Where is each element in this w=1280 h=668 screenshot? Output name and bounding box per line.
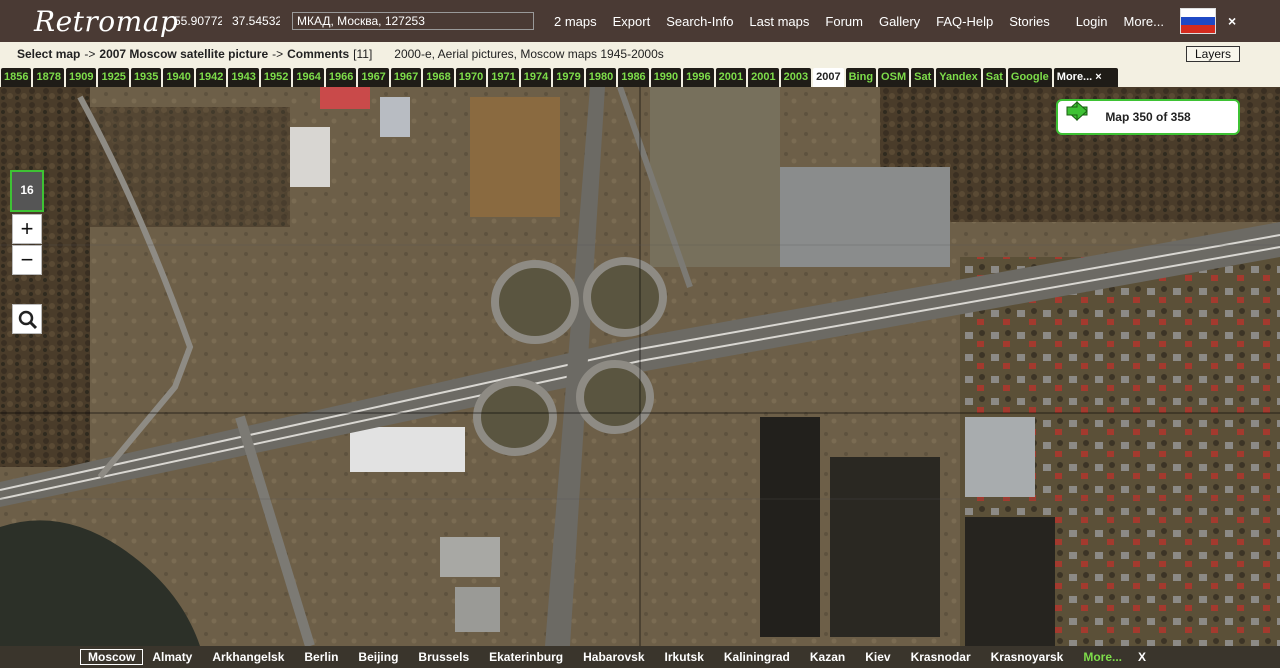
year-tab[interactable]: 1952: [260, 68, 292, 87]
year-tab[interactable]: 2001: [748, 68, 779, 87]
year-tab[interactable]: 2007: [813, 68, 844, 87]
city-link[interactable]: Krasnodar: [911, 650, 971, 664]
year-tab[interactable]: 1974: [520, 68, 552, 87]
latitude-readout: 55.90772: [174, 14, 222, 28]
comments-count: [11]: [353, 47, 373, 61]
nav-gallery[interactable]: Gallery: [879, 14, 920, 29]
year-tab[interactable]: 1964: [293, 68, 324, 87]
city-link[interactable]: Beijing: [358, 650, 398, 664]
city-link[interactable]: Kazan: [810, 650, 845, 664]
map-counter: Map 350 of 358: [1105, 110, 1191, 124]
year-tab[interactable]: 1990: [650, 68, 682, 87]
city-link[interactable]: Kiev: [865, 650, 890, 664]
app-root: Retromap 55.90772 37.54532 2 maps Export…: [0, 0, 1280, 668]
year-tab[interactable]: 2001: [715, 68, 747, 87]
city-bar: Moscow Almaty Arkhangelsk Berlin Beijing Brus…: [0, 646, 1280, 668]
breadcrumb-comments[interactable]: Comments: [287, 47, 349, 61]
city-link[interactable]: Brussels: [418, 650, 469, 664]
cities-close-icon[interactable]: X: [1138, 650, 1146, 664]
year-tab-more[interactable]: More... ×: [1053, 68, 1118, 87]
city-link[interactable]: Almaty: [152, 650, 192, 664]
close-icon[interactable]: ×: [1228, 13, 1236, 29]
year-tab[interactable]: Google: [1007, 68, 1052, 87]
cities-more-link[interactable]: More...: [1083, 650, 1122, 664]
nav-last-maps[interactable]: Last maps: [749, 14, 809, 29]
year-tab[interactable]: 1980: [585, 68, 617, 87]
next-map-arrow-icon[interactable]: [1066, 101, 1088, 121]
nav-stories[interactable]: Stories: [1009, 14, 1049, 29]
city-link[interactable]: Krasnoyarsk: [991, 650, 1064, 664]
year-tab[interactable]: Sat: [982, 68, 1006, 87]
nav-forum[interactable]: Forum: [825, 14, 863, 29]
top-bar: Retromap 55.90772 37.54532 2 maps Export…: [0, 0, 1280, 42]
magnifier-icon: [18, 310, 38, 330]
nav-faq-help[interactable]: FAQ-Help: [936, 14, 993, 29]
zoom-out-button[interactable]: −: [12, 245, 42, 275]
year-tab[interactable]: 1925: [98, 68, 129, 87]
zoom-in-button[interactable]: +: [12, 214, 42, 244]
year-tab[interactable]: 1909: [65, 68, 97, 87]
layers-button[interactable]: Layers: [1185, 46, 1240, 62]
year-tab[interactable]: 1940: [163, 68, 194, 87]
year-tab[interactable]: 1967: [390, 68, 422, 87]
nav-export[interactable]: Export: [613, 14, 651, 29]
city-link[interactable]: Arkhangelsk: [212, 650, 284, 664]
map-description: 2000-e, Aerial pictures, Moscow maps 194…: [394, 47, 664, 61]
retromap-logo[interactable]: Retromap: [34, 5, 178, 38]
year-tab[interactable]: 1942: [195, 68, 227, 87]
year-tabs: 1856 1878 1909 1925 1935 1940 1942 1943 1952 1964…: [0, 66, 1280, 87]
breadcrumb-map-title[interactable]: 2007 Moscow satellite picture: [99, 47, 268, 61]
zoom-level-indicator: 16: [10, 170, 44, 212]
year-tab[interactable]: 1943: [228, 68, 259, 87]
year-tab[interactable]: 1966: [325, 68, 357, 87]
main-nav: 2 maps Export Search-Info Last maps Foru…: [554, 14, 1180, 29]
nav-two-maps[interactable]: 2 maps: [554, 14, 597, 29]
year-tab[interactable]: 1968: [423, 68, 454, 87]
city-link[interactable]: Habarovsk: [583, 650, 644, 664]
year-tab[interactable]: 1856: [1, 68, 32, 87]
year-tab[interactable]: 1971: [488, 68, 519, 87]
year-tab[interactable]: 1979: [553, 68, 584, 87]
satellite-imagery[interactable]: [0, 87, 1280, 646]
city-link[interactable]: Irkutsk: [665, 650, 704, 664]
map-navigator: Map 350 of 358: [1056, 99, 1240, 135]
nav-search-info[interactable]: Search-Info: [666, 14, 733, 29]
year-tab[interactable]: 1996: [683, 68, 714, 87]
city-link[interactable]: Berlin: [304, 650, 338, 664]
address-search-input[interactable]: [292, 12, 534, 30]
longitude-readout: 37.54532: [232, 14, 280, 28]
breadcrumb: Select map -> 2007 Moscow satellite pict…: [0, 42, 1280, 66]
year-tab[interactable]: 1970: [455, 68, 487, 87]
year-tab[interactable]: Sat: [911, 68, 935, 87]
satellite-map[interactable]: 16 + − Map 350 of 358: [0, 87, 1280, 646]
year-tab[interactable]: Bing: [845, 68, 877, 87]
map-search-button[interactable]: [12, 304, 42, 334]
more-menu-link[interactable]: More...: [1124, 14, 1164, 29]
city-link[interactable]: Moscow: [80, 649, 144, 665]
breadcrumb-arrow: ->: [84, 47, 96, 61]
breadcrumb-select-map[interactable]: Select map: [17, 47, 80, 61]
year-tab[interactable]: 1935: [130, 68, 162, 87]
year-tab[interactable]: 1967: [358, 68, 389, 87]
year-tab[interactable]: 1986: [618, 68, 649, 87]
breadcrumb-arrow: ->: [272, 47, 284, 61]
russian-flag-icon[interactable]: [1179, 8, 1216, 34]
year-tab[interactable]: 2003: [780, 68, 812, 87]
year-tab[interactable]: Yandex: [936, 68, 981, 87]
year-tab[interactable]: OSM: [878, 68, 910, 87]
login-link[interactable]: Login: [1076, 14, 1108, 29]
city-link[interactable]: Kaliningrad: [724, 650, 790, 664]
year-tab[interactable]: 1878: [33, 68, 64, 87]
city-link[interactable]: Ekaterinburg: [489, 650, 563, 664]
